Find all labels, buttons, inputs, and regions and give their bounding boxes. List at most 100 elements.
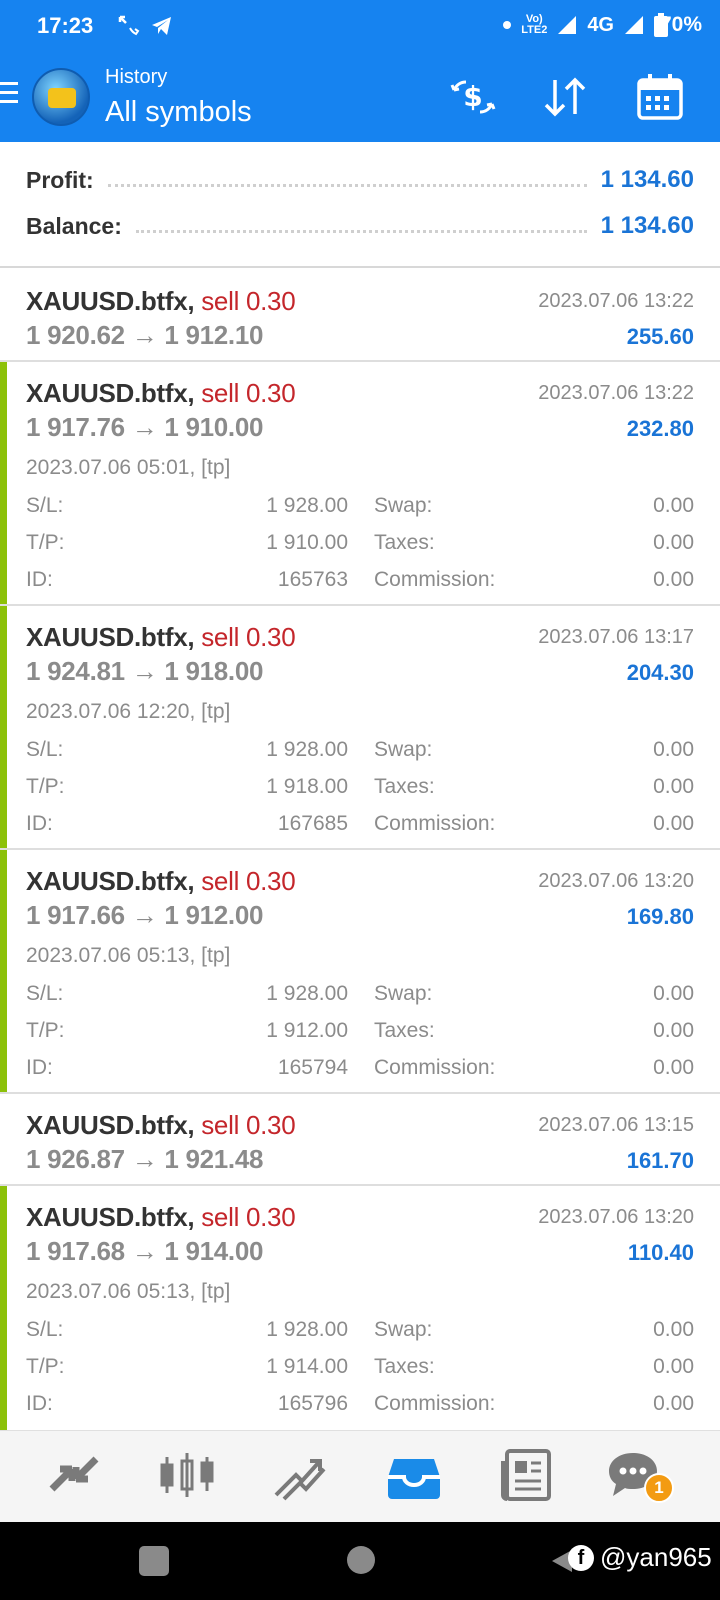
profit-label: Profit:	[26, 166, 94, 193]
sl-value: 1 928.00	[266, 982, 348, 1005]
deal-open-time: 2023.07.06 05:13, [tp]	[26, 944, 231, 967]
taxes-value: 0.00	[653, 1355, 694, 1378]
chat-badge: 1	[644, 1473, 674, 1503]
tp-label: T/P:	[26, 1019, 65, 1042]
deal-row[interactable]: XAUUSD.btfx, sell 0.30 1 926.87 → 1 921.…	[0, 1094, 720, 1186]
swap-label: Swap:	[374, 494, 433, 517]
sort-icon[interactable]	[540, 72, 590, 122]
home-button[interactable]	[347, 1546, 375, 1574]
sl-swap-row: S/L: 1 928.00 Swap: 0.00	[26, 738, 694, 768]
calendar-icon[interactable]	[635, 72, 685, 122]
deal-prices: 1 926.87 → 1 921.48	[26, 1144, 264, 1174]
deal-profit: 255.60	[626, 324, 694, 349]
sl-swap-row: S/L: 1 928.00 Swap: 0.00	[26, 494, 694, 524]
recents-button[interactable]	[139, 1546, 169, 1576]
app-logo	[32, 68, 90, 126]
swap-label: Swap:	[374, 738, 433, 761]
balance-row: Balance: 1 134.60	[26, 206, 694, 246]
taxes-value: 0.00	[653, 1019, 694, 1042]
dotted-leader	[107, 173, 587, 187]
missed-call-icon	[118, 15, 140, 36]
taxes-label: Taxes:	[374, 531, 435, 554]
deal-side: sell 0.30	[201, 1110, 296, 1140]
summary-panel: Profit: 1 134.60 Balance: 1 134.60	[0, 142, 720, 268]
swap-value: 0.00	[653, 494, 694, 517]
bottom-nav	[0, 1430, 720, 1522]
sl-label: S/L:	[26, 738, 64, 761]
dot-icon	[503, 21, 512, 29]
swap-label: Swap:	[374, 982, 433, 1005]
sl-value: 1 928.00	[266, 494, 348, 517]
id-commission-row: ID: 165763 Commission: 0.00	[26, 568, 694, 598]
deal-prices: 1 924.81 → 1 918.00	[26, 656, 264, 686]
profit-row: Profit: 1 134.60	[26, 160, 694, 200]
tp-taxes-row: T/P: 1 918.00 Taxes: 0.00	[26, 775, 694, 805]
dotted-leader	[135, 219, 587, 233]
volte-icon: Vo) LTE2	[521, 13, 548, 36]
history-icon[interactable]	[384, 1445, 444, 1505]
deal-profit: 110.40	[627, 1240, 694, 1265]
page-title[interactable]: All symbols	[105, 96, 252, 129]
deal-symbol: XAUUSD.btfx,	[26, 286, 195, 316]
tp-value: 1 918.00	[266, 775, 348, 798]
deal-prices: 1 917.66 → 1 912.00	[26, 900, 264, 930]
deal-datetime: 2023.07.06 13:20	[538, 1206, 694, 1228]
commission-value: 0.00	[653, 1056, 694, 1079]
page-subtitle: History	[105, 66, 168, 88]
id-value: 165794	[277, 1056, 348, 1079]
deal-symbol: XAUUSD.btfx,	[26, 622, 195, 652]
commission-label: Commission:	[374, 1392, 496, 1415]
quotes-icon[interactable]	[44, 1445, 104, 1505]
balance-label: Balance:	[26, 212, 122, 239]
deal-prices: 1 917.68 → 1 914.00	[26, 1236, 264, 1266]
swap-value: 0.00	[653, 738, 694, 761]
chart-icon[interactable]	[157, 1445, 217, 1505]
deal-side: sell 0.30	[201, 286, 296, 316]
signal-icon	[558, 16, 577, 34]
deal-profit: 232.80	[626, 416, 694, 441]
deal-row-expanded[interactable]: XAUUSD.btfx, sell 0.30 1 917.76 → 1 910.…	[0, 362, 720, 606]
deal-row-expanded[interactable]: XAUUSD.btfx, sell 0.30 1 917.68 → 1 914.…	[0, 1186, 720, 1430]
deal-row-expanded[interactable]: XAUUSD.btfx, sell 0.30 1 917.66 → 1 912.…	[0, 850, 720, 1094]
sl-swap-row: S/L: 1 928.00 Swap: 0.00	[26, 982, 694, 1012]
deal-row[interactable]: XAUUSD.btfx, sell 0.30 1 920.62 → 1 912.…	[0, 270, 720, 362]
sl-label: S/L:	[26, 1318, 64, 1341]
tp-label: T/P:	[26, 531, 65, 554]
commission-value: 0.00	[653, 568, 694, 591]
deal-datetime: 2023.07.06 13:20	[538, 870, 694, 892]
status-bar: 17:23 Vo) LTE2 4G 70%	[0, 0, 720, 52]
taxes-value: 0.00	[653, 531, 694, 554]
id-label: ID:	[26, 1392, 53, 1415]
tp-taxes-row: T/P: 1 914.00 Taxes: 0.00	[26, 1355, 694, 1385]
deal-side: sell 0.30	[201, 1202, 296, 1232]
taxes-label: Taxes:	[374, 1355, 435, 1378]
menu-icon[interactable]	[0, 82, 20, 109]
deal-open-time: 2023.07.06 05:13, [tp]	[26, 1280, 231, 1303]
sl-swap-row: S/L: 1 928.00 Swap: 0.00	[26, 1318, 694, 1348]
watermark: f @yan965	[568, 1542, 712, 1573]
commission-value: 0.00	[653, 812, 694, 835]
currency-exchange-icon[interactable]: $	[448, 72, 498, 122]
deal-symbol: XAUUSD.btfx,	[26, 866, 195, 896]
deal-side: sell 0.30	[201, 378, 296, 408]
commission-label: Commission:	[374, 568, 496, 591]
battery-percent: 70%	[659, 13, 702, 36]
deal-datetime: 2023.07.06 13:15	[538, 1114, 694, 1136]
commission-label: Commission:	[374, 1056, 496, 1079]
deal-datetime: 2023.07.06 13:22	[538, 290, 694, 312]
taxes-label: Taxes:	[374, 1019, 435, 1042]
tp-value: 1 912.00	[266, 1019, 348, 1042]
tp-taxes-row: T/P: 1 910.00 Taxes: 0.00	[26, 531, 694, 561]
id-value: 165796	[277, 1392, 348, 1415]
commission-value: 0.00	[653, 1392, 694, 1415]
id-label: ID:	[26, 568, 53, 591]
tp-value: 1 914.00	[266, 1355, 348, 1378]
trade-icon[interactable]	[270, 1445, 330, 1505]
deal-row-expanded[interactable]: XAUUSD.btfx, sell 0.30 1 924.81 → 1 918.…	[0, 606, 720, 850]
news-icon[interactable]	[497, 1445, 557, 1505]
deal-profit: 204.30	[626, 660, 694, 685]
tp-value: 1 910.00	[266, 531, 348, 554]
deal-prices: 1 920.62 → 1 912.10	[26, 320, 264, 350]
balance-value: 1 134.60	[600, 212, 694, 239]
deal-open-time: 2023.07.06 05:01, [tp]	[26, 456, 231, 479]
